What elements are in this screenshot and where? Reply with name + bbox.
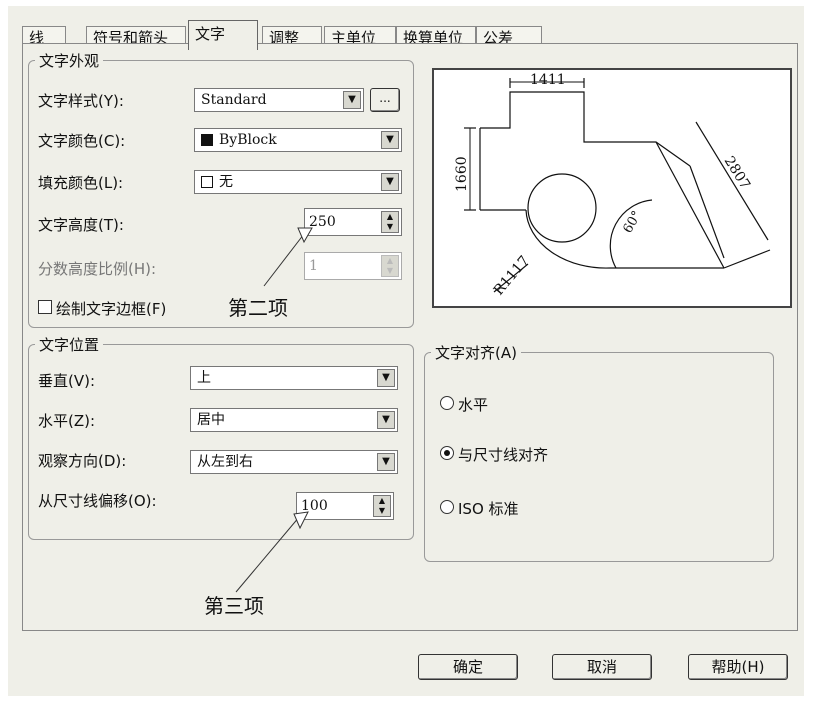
radio-horizontal-label: 水平 — [458, 396, 489, 414]
radio-iso-standard[interactable] — [440, 500, 454, 514]
radio-iso-label: ISO 标准 — [458, 500, 519, 518]
group-title: 文字对齐(A) — [431, 342, 521, 363]
callout-arrows — [235, 227, 313, 593]
ok-button[interactable]: 确定 — [418, 654, 518, 680]
radio-horizontal[interactable] — [440, 396, 454, 410]
radio-aligned-label: 与尺寸线对齐 — [458, 446, 549, 464]
tab-text[interactable]: 文字 — [188, 20, 258, 50]
cancel-button[interactable]: 取消 — [552, 654, 652, 680]
dimension-style-dialog: 线 符号和箭头 文字 调整 主单位 换算单位 公差 文字外观 文字样式(Y): … — [8, 6, 804, 696]
radio-aligned-with-dim-line[interactable] — [440, 446, 454, 460]
callout-third-item: 第三项 — [204, 594, 264, 618]
help-button[interactable]: 帮助(H) — [688, 654, 788, 680]
